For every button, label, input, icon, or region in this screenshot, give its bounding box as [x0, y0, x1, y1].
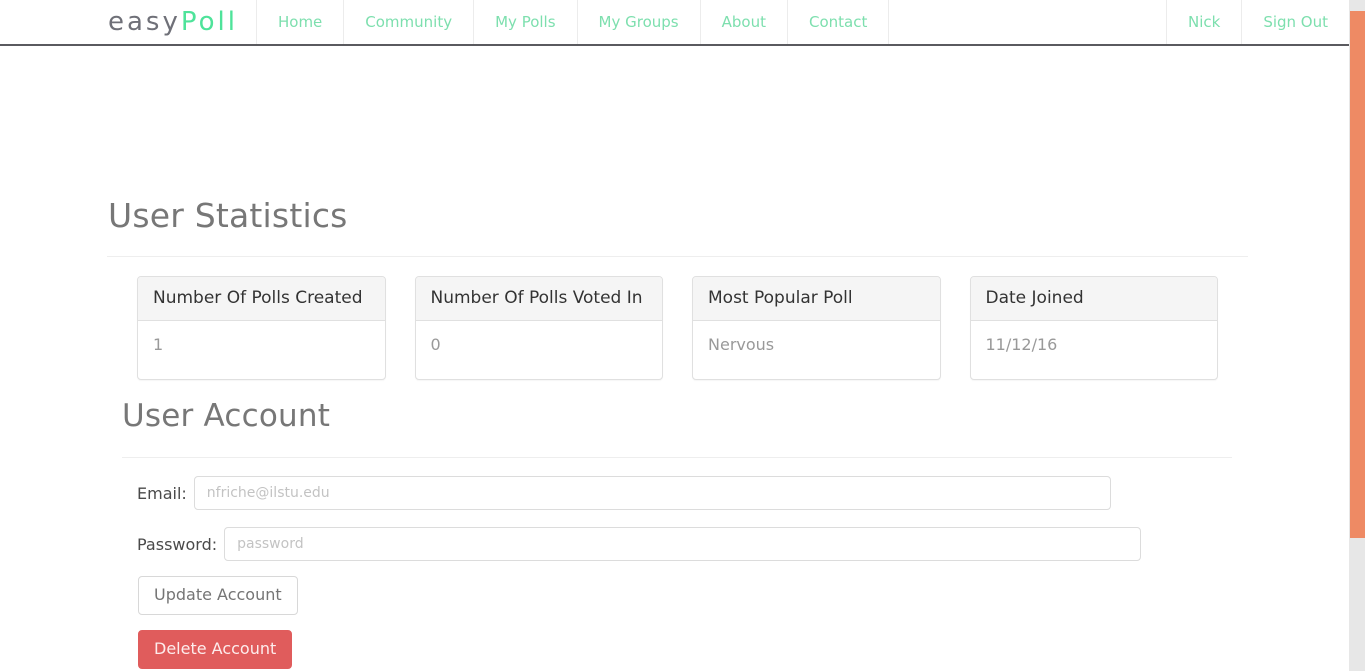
- site-logo[interactable]: easy Poll: [108, 0, 256, 44]
- nav-item-contact[interactable]: Contact: [786, 0, 888, 44]
- password-input[interactable]: [224, 527, 1142, 561]
- password-label: Password:: [137, 534, 218, 554]
- nav-item-about[interactable]: About: [699, 0, 787, 44]
- nav-item-my-polls[interactable]: My Polls: [473, 0, 576, 44]
- stat-panel-value: 0: [430, 335, 441, 354]
- nav-item-home[interactable]: Home: [255, 0, 343, 44]
- stat-panel-polls-created: Number Of Polls Created 1: [137, 276, 386, 380]
- logo-text-poll: Poll: [180, 7, 238, 37]
- page-content: User Statistics Number Of Polls Created …: [0, 46, 1349, 671]
- main-navbar: easy Poll Home Community My Polls My Grou…: [0, 0, 1349, 46]
- account-form: Email: Password:: [137, 476, 1142, 578]
- nav-item-user[interactable]: Nick: [1165, 0, 1241, 44]
- navbar-left-group: easy Poll Home Community My Polls My Grou…: [108, 0, 888, 44]
- stat-panel-heading: Number Of Polls Voted In: [415, 277, 662, 321]
- stat-panel-polls-voted-in: Number Of Polls Voted In 0: [414, 276, 663, 380]
- email-form-row: Email:: [137, 476, 1141, 510]
- statistics-divider: [107, 256, 1248, 257]
- stat-panel-value: 1: [153, 335, 164, 354]
- navbar-right-group: Nick Sign Out: [1165, 0, 1349, 44]
- scrollbar-top-cap: [1349, 0, 1365, 11]
- nav-item-community[interactable]: Community: [343, 0, 473, 44]
- email-label: Email:: [137, 483, 187, 503]
- delete-account-button[interactable]: Delete Account: [138, 630, 293, 670]
- vertical-scrollbar[interactable]: [1349, 0, 1365, 671]
- stat-panel-date-joined: Date Joined 11/12/16: [969, 276, 1218, 380]
- stat-panel-heading: Number Of Polls Created: [138, 277, 385, 321]
- nav-item-my-groups[interactable]: My Groups: [576, 0, 700, 44]
- update-account-button[interactable]: Update Account: [138, 576, 298, 616]
- logo-text-easy: easy: [108, 7, 181, 37]
- stat-panel-value: 11/12/16: [985, 335, 1058, 354]
- stat-panel-heading: Most Popular Poll: [693, 277, 940, 321]
- user-statistics-title: User Statistics: [108, 196, 348, 235]
- scrollbar-thumb[interactable]: [1350, 11, 1365, 538]
- account-divider: [122, 457, 1232, 458]
- nav-item-sign-out[interactable]: Sign Out: [1241, 0, 1349, 44]
- navbar-spacer: [888, 0, 1166, 44]
- stat-panel-value: Nervous: [708, 335, 775, 354]
- stat-panel-heading: Date Joined: [970, 277, 1217, 321]
- password-form-row: Password:: [137, 527, 1142, 561]
- email-input[interactable]: [193, 476, 1111, 510]
- statistics-panel-group: Number Of Polls Created 1 Number Of Poll…: [137, 276, 1218, 380]
- stat-panel-most-popular-poll: Most Popular Poll Nervous: [692, 276, 941, 380]
- user-account-title: User Account: [122, 398, 331, 434]
